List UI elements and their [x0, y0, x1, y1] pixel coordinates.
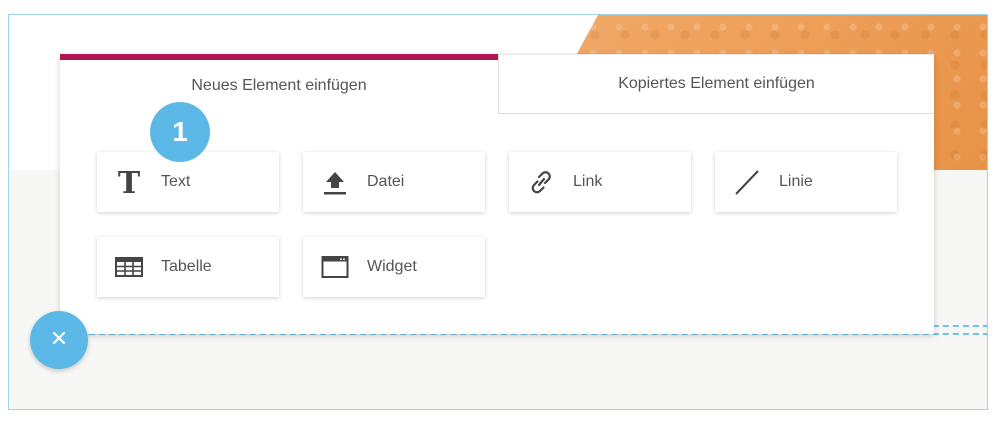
- insert-table-button[interactable]: Tabelle: [97, 237, 279, 297]
- insert-link-button[interactable]: Link: [509, 152, 691, 212]
- insert-text-label: Text: [161, 173, 191, 190]
- step-number: 1: [172, 116, 188, 147]
- insert-text-button[interactable]: T Text: [97, 152, 279, 212]
- insert-line-button[interactable]: Linie: [715, 152, 897, 212]
- close-icon: [51, 330, 67, 351]
- insert-line-label: Linie: [779, 173, 813, 190]
- svg-text:T: T: [118, 168, 141, 196]
- tab-new-element[interactable]: Neues Element einfügen: [60, 54, 498, 114]
- tab-copied-element[interactable]: Kopiertes Element einfügen: [498, 54, 934, 114]
- insert-widget-label: Widget: [367, 258, 417, 275]
- link-icon: [527, 168, 555, 196]
- line-icon: [733, 168, 761, 196]
- table-icon: [115, 253, 143, 281]
- tab-new-element-label: Neues Element einfügen: [191, 77, 367, 94]
- widget-icon: [321, 253, 349, 281]
- close-button[interactable]: [30, 311, 88, 369]
- upload-icon: [321, 168, 349, 196]
- insert-file-label: Datei: [367, 173, 405, 190]
- insert-link-label: Link: [573, 173, 603, 190]
- insert-element-panel: Neues Element einfügen Kopiertes Element…: [60, 54, 934, 334]
- insert-widget-button[interactable]: Widget: [303, 237, 485, 297]
- insert-table-label: Tabelle: [161, 258, 212, 275]
- insert-file-button[interactable]: Datei: [303, 152, 485, 212]
- step-number-badge: 1: [150, 102, 210, 162]
- tab-copied-element-label: Kopiertes Element einfügen: [618, 75, 815, 92]
- text-icon: T: [115, 168, 143, 196]
